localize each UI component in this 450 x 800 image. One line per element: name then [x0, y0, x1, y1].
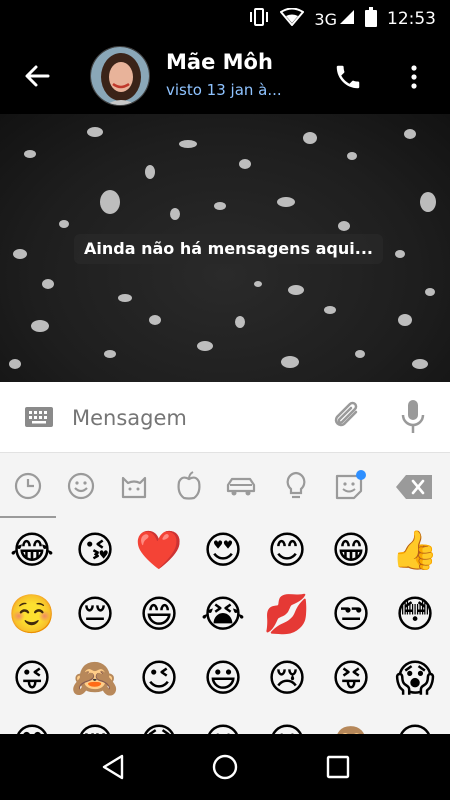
emoji-key[interactable]: 👍 [383, 518, 447, 582]
emoji-key[interactable]: 😅 [0, 710, 64, 734]
sticker-icon [335, 470, 366, 500]
emoji-key[interactable]: 😂 [0, 518, 64, 582]
apple-icon [177, 471, 201, 500]
attach-button[interactable] [332, 400, 364, 434]
tab-smileys[interactable] [64, 469, 98, 503]
circle-home-icon [212, 754, 238, 780]
cat-icon [121, 476, 147, 499]
chat-background: Ainda não há mensagens aqui... [0, 114, 450, 382]
paperclip-icon [334, 401, 358, 427]
status-bar: 3G 12:53 [0, 0, 450, 38]
arrow-left-icon [25, 65, 50, 87]
network-type: 3G [314, 9, 337, 29]
emoji-key[interactable]: 😘 [63, 518, 127, 582]
more-options-button[interactable] [404, 62, 424, 92]
lightbulb-icon [286, 471, 306, 499]
recent-icon [14, 472, 42, 500]
emoji-category-tabs [0, 452, 450, 519]
emoji-key[interactable]: 😜 [0, 646, 64, 710]
battery-icon [365, 7, 377, 31]
emoji-key[interactable]: 😁 [319, 518, 383, 582]
emoji-key[interactable]: 😊 [255, 518, 319, 582]
emoji-key[interactable]: 🙊 [319, 710, 383, 734]
emoji-key[interactable]: 😢 [255, 646, 319, 710]
emoji-key[interactable]: 😭 [191, 582, 255, 646]
emoji-key[interactable]: 🙈 [63, 646, 127, 710]
system-nav-bar [0, 734, 450, 800]
back-button[interactable] [20, 58, 56, 94]
nav-recents-button[interactable] [323, 752, 353, 782]
emoji-key[interactable]: 😌 [63, 710, 127, 734]
emoji-key[interactable]: 😃 [191, 646, 255, 710]
backspace-icon [396, 475, 432, 499]
emoji-key[interactable]: 😔 [63, 582, 127, 646]
contact-photo-icon [91, 47, 149, 105]
emoji-key[interactable]: 😏 [383, 710, 447, 734]
emoji-backspace-button[interactable] [394, 473, 434, 501]
kebab-menu-icon [411, 65, 417, 89]
contact-name[interactable]: Mãe Môh [166, 50, 273, 74]
emoji-key[interactable]: ❤️ [127, 518, 191, 582]
microphone-icon [401, 400, 425, 433]
call-button[interactable] [333, 62, 363, 92]
emoji-key[interactable]: 😱 [383, 646, 447, 710]
voice-record-button[interactable] [398, 398, 428, 436]
emoji-key[interactable]: 😕 [255, 710, 319, 734]
emoji-key[interactable]: 😄 [127, 582, 191, 646]
nav-home-button[interactable] [210, 752, 240, 782]
last-seen: visto 13 jan à... [166, 81, 282, 99]
emoji-key[interactable]: 😓 [127, 710, 191, 734]
tab-food[interactable] [172, 469, 206, 503]
message-composer [0, 382, 450, 452]
square-recents-icon [326, 755, 350, 779]
tab-objects[interactable] [279, 469, 313, 503]
emoji-key[interactable]: 😝 [319, 646, 383, 710]
signal-icon [339, 9, 355, 29]
car-icon [226, 477, 256, 496]
chat-header: Mãe Môh visto 13 jan à... [0, 38, 450, 114]
triangle-back-icon [102, 754, 124, 780]
emoji-key[interactable]: 😒 [319, 582, 383, 646]
emoji-key[interactable]: 😳 [383, 582, 447, 646]
nav-back-button[interactable] [98, 752, 128, 782]
tab-recent[interactable] [11, 469, 45, 503]
phone-icon [336, 65, 360, 89]
vibrate-icon [248, 8, 270, 30]
emoji-grid: 😂😘❤️😍😊😁👍 ☺️😔😄😭💋😒😳 😜🙈😉😃😢😝😱 😅😌😓😐😕🙊😏 [0, 518, 450, 734]
avatar[interactable] [90, 46, 150, 106]
emoji-key[interactable]: 😐 [191, 710, 255, 734]
emoji-key[interactable]: 💋 [255, 582, 319, 646]
tab-animals[interactable] [117, 469, 151, 503]
empty-chat-notice: Ainda não há mensagens aqui... [74, 234, 383, 264]
status-time: 12:53 [387, 9, 436, 29]
wifi-icon [279, 7, 305, 30]
tab-stickers[interactable] [332, 469, 366, 503]
emoji-key[interactable]: 😉 [127, 646, 191, 710]
emoji-key[interactable]: ☺️ [0, 582, 64, 646]
tab-travel[interactable] [224, 469, 258, 503]
keyboard-icon [25, 407, 53, 427]
message-input[interactable] [72, 400, 312, 436]
smiley-icon [67, 472, 95, 500]
emoji-key[interactable]: 😍 [191, 518, 255, 582]
keyboard-toggle-button[interactable] [24, 404, 54, 430]
